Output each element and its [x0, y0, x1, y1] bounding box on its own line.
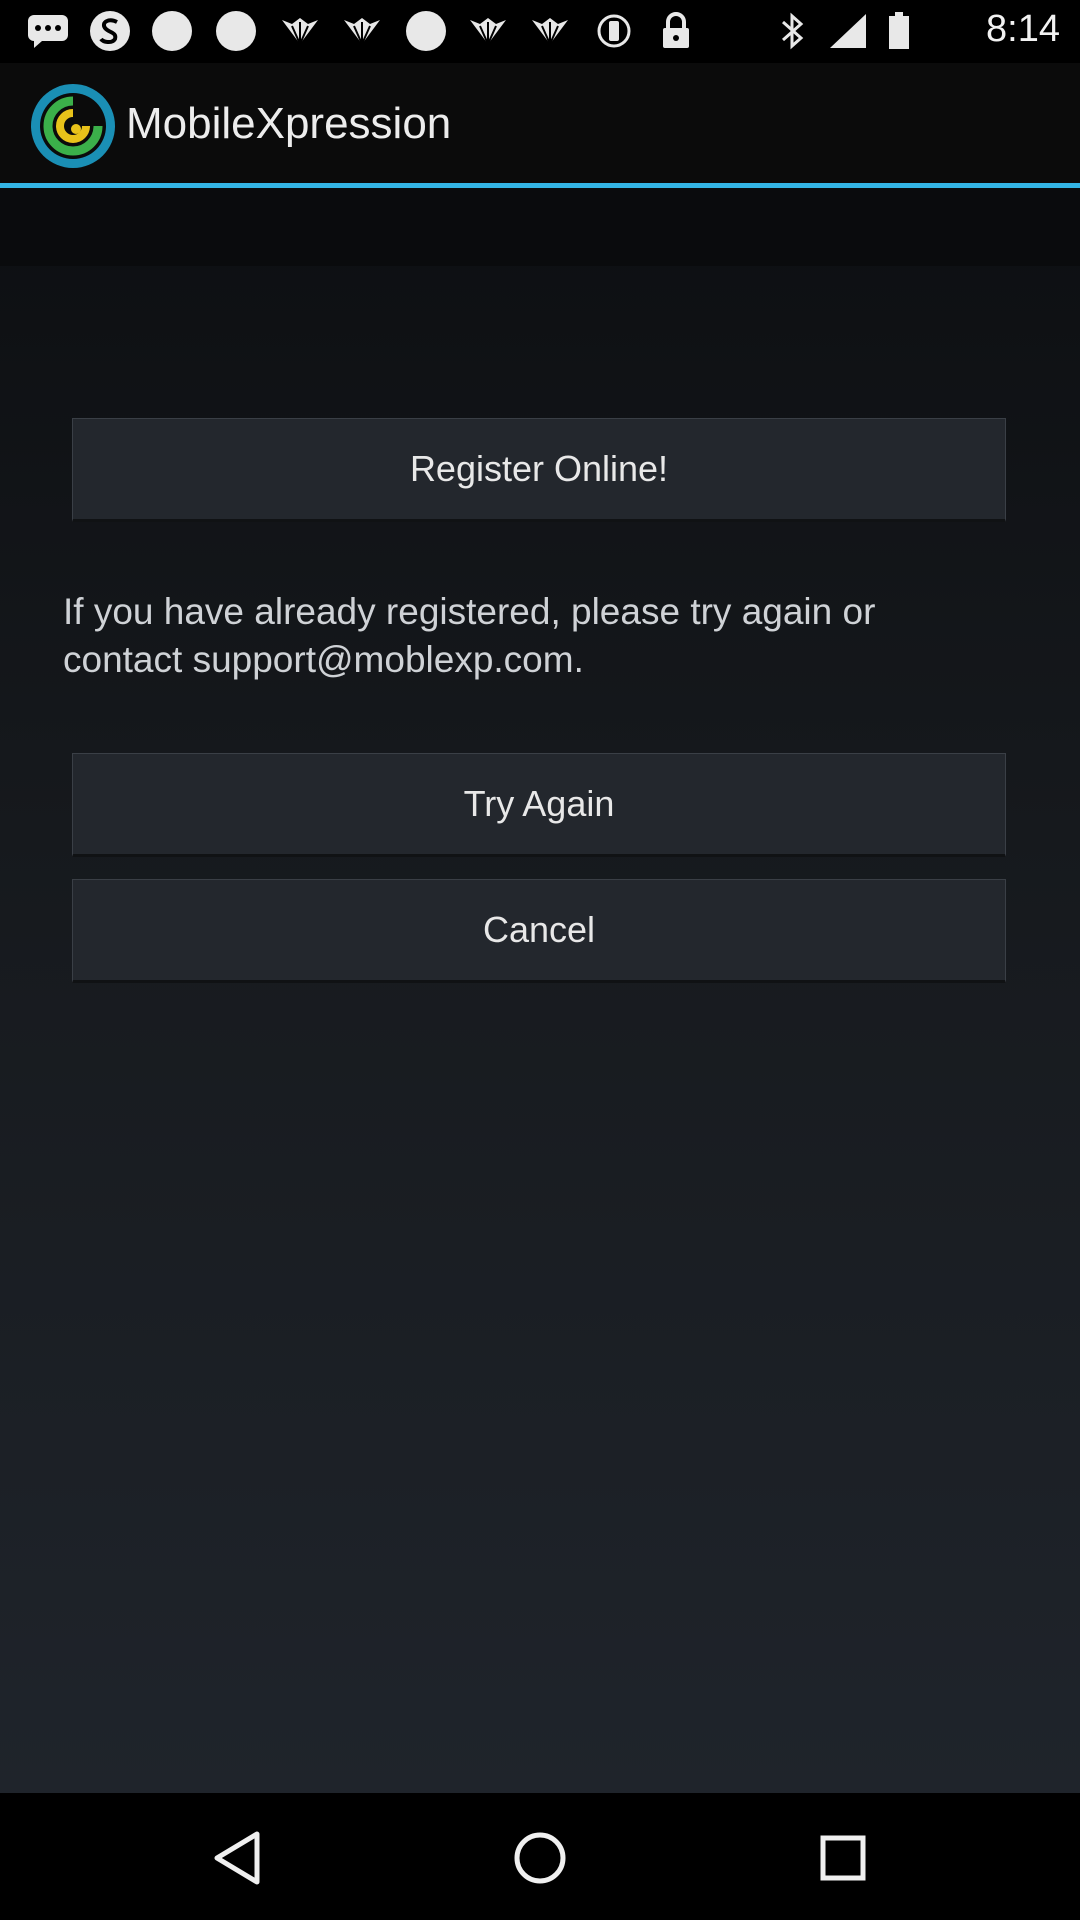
recents-icon[interactable]: [808, 1823, 878, 1893]
navigation-bar: [0, 1793, 1080, 1920]
wings-icon: [528, 12, 572, 50]
try-again-button[interactable]: Try Again: [72, 753, 1006, 857]
content-top-strip: [0, 188, 1080, 266]
chat-bubble-icon: [24, 12, 72, 50]
app-s-icon: [88, 11, 132, 51]
register-online-button[interactable]: Register Online!: [72, 418, 1006, 522]
vibrate-icon: [594, 12, 634, 50]
bluetooth-icon: [774, 12, 810, 50]
dot-icon: [404, 11, 448, 51]
battery-icon: [884, 12, 914, 50]
back-icon[interactable]: [202, 1823, 272, 1893]
wings-icon: [278, 12, 322, 50]
dot-icon: [214, 11, 258, 51]
signal-icon: [826, 12, 870, 50]
home-icon[interactable]: [505, 1823, 575, 1893]
wings-icon: [340, 12, 384, 50]
lock-icon: [656, 12, 696, 50]
app-bar: MobileXpression: [0, 63, 1080, 184]
mobilexpression-logo: [30, 83, 116, 169]
cancel-button[interactable]: Cancel: [72, 879, 1006, 983]
wings-icon: [466, 12, 510, 50]
screen: 8:14 MobileXpression Register Online! If…: [0, 0, 1080, 1920]
status-bar: 8:14: [0, 0, 1080, 63]
app-title: MobileXpression: [126, 99, 452, 148]
dot-icon: [150, 11, 194, 51]
dialog-content: Register Online! If you have already reg…: [0, 188, 1080, 1793]
status-time: 8:14: [986, 8, 1060, 50]
registration-message: If you have already registered, please t…: [63, 591, 876, 680]
